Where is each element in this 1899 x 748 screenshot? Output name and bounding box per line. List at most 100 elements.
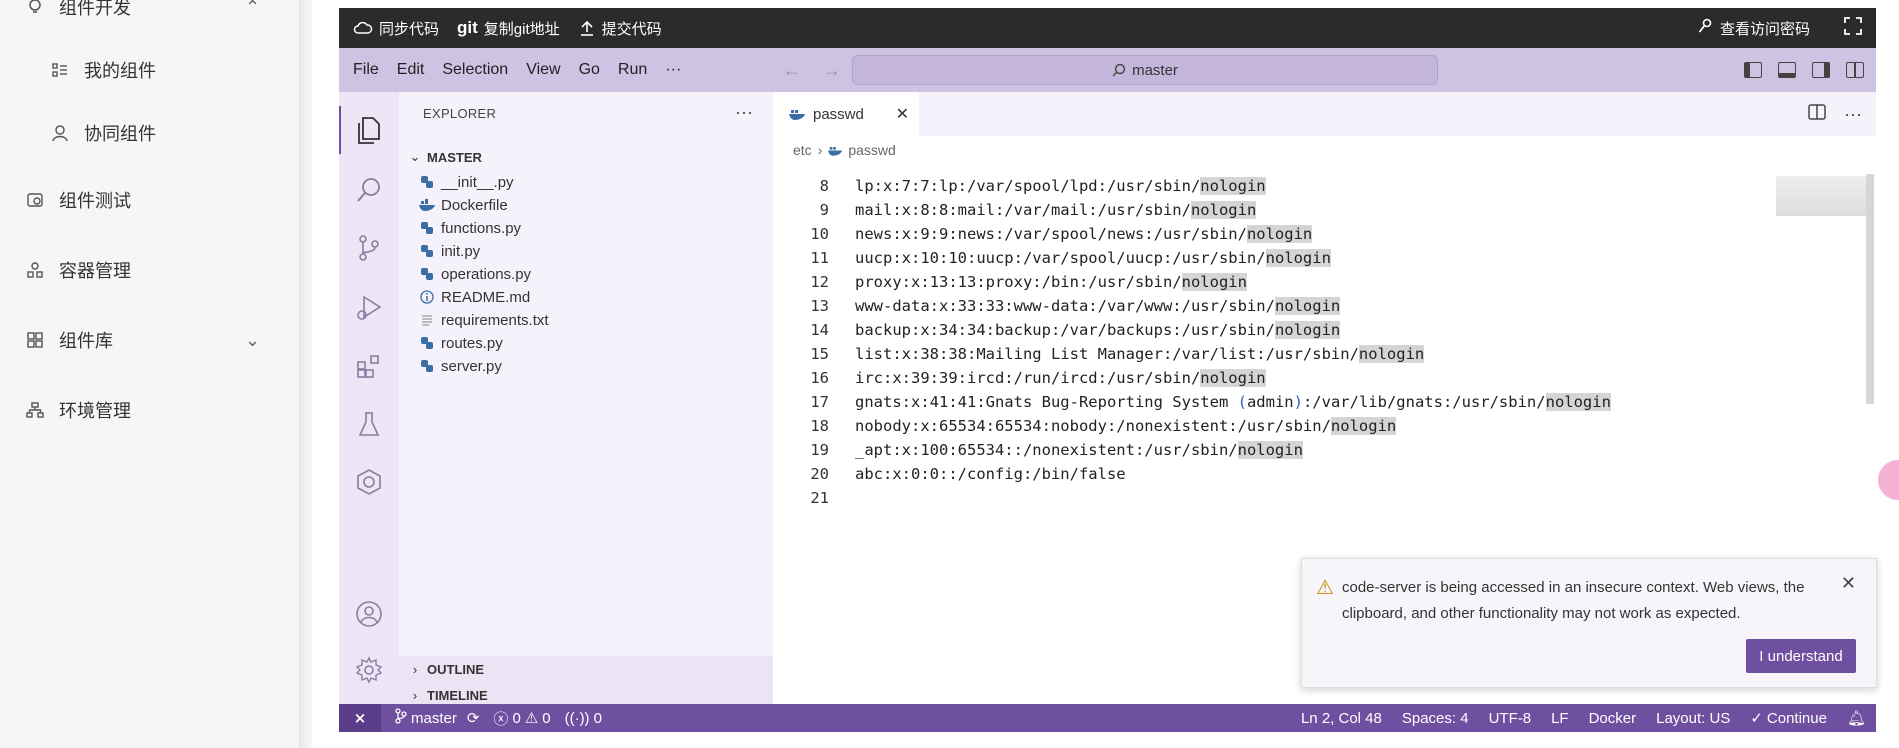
minimap[interactable]	[1776, 176, 1872, 216]
nav-item-label: 协同组件	[84, 124, 156, 144]
nav-item-label: 组件测试	[59, 191, 131, 211]
back-arrow-icon[interactable]: ←	[783, 60, 801, 81]
line-number: 20	[810, 465, 829, 483]
more-actions-icon[interactable]: ···	[735, 102, 753, 123]
branch-indicator[interactable]: master ⟳	[395, 708, 479, 728]
remote-indicator[interactable]: ⨯	[339, 704, 381, 732]
sync-icon[interactable]: ⟳	[467, 709, 480, 727]
language-mode[interactable]: Docker	[1589, 710, 1637, 727]
file-operations-py[interactable]: operations.py	[419, 262, 531, 286]
split-editor-icon[interactable]	[1808, 103, 1826, 125]
search-icon[interactable]	[351, 172, 387, 208]
toggle-panel-icon[interactable]	[1778, 62, 1796, 78]
menu-file[interactable]: File	[353, 61, 379, 79]
error-icon: ⓧ	[493, 710, 509, 728]
file-name: requirements.txt	[441, 311, 549, 329]
sidebar-divider	[300, 0, 312, 748]
menu-view[interactable]: View	[526, 61, 560, 79]
copy-git-label: 复制git地址	[483, 20, 560, 38]
i-understand-button[interactable]: I understand	[1746, 639, 1856, 673]
highlighted-match: nologin	[1265, 249, 1331, 267]
file-routes-py[interactable]: routes.py	[419, 331, 503, 355]
outline-section-header[interactable]: › OUTLINE	[399, 656, 773, 682]
python-icon	[419, 244, 435, 258]
run-debug-icon[interactable]	[351, 290, 387, 326]
highlighted-match: nologin	[1358, 345, 1425, 363]
line-number: 17	[810, 393, 829, 411]
vertical-scrollbar[interactable]	[1866, 174, 1874, 404]
file-readme-md[interactable]: README.md	[419, 285, 530, 309]
close-icon[interactable]: ✕	[896, 104, 909, 124]
copy-git-button[interactable]: git 复制git地址	[457, 18, 560, 39]
customize-layout-icon[interactable]	[1846, 62, 1864, 78]
active-indicator	[339, 106, 341, 154]
highlighted-match: nologin	[1181, 273, 1247, 291]
nav-item-component-test[interactable]: 组件测试	[25, 187, 131, 213]
account-icon[interactable]	[351, 596, 387, 632]
menu-edit[interactable]: Edit	[397, 61, 425, 79]
extensions-icon[interactable]	[351, 348, 387, 384]
menu-go[interactable]: Go	[579, 61, 600, 79]
sync-code-button[interactable]: 同步代码	[353, 18, 439, 39]
line-number: 15	[810, 345, 829, 363]
floating-helper-button[interactable]	[1878, 460, 1899, 500]
problems-indicator[interactable]: ⓧ 0 ⚠ 0	[493, 708, 550, 729]
close-icon[interactable]: ✕	[1841, 573, 1856, 594]
notification-toast: ⚠ code-server is being accessed in an in…	[1301, 558, 1877, 688]
source-control-icon[interactable]	[351, 230, 387, 266]
file-requirements-txt[interactable]: requirements.txt	[419, 308, 549, 332]
line-number: 13	[810, 297, 829, 315]
menu-more[interactable]: ···	[665, 61, 681, 79]
cursor-position[interactable]: Ln 2, Col 48	[1301, 710, 1382, 727]
tab-passwd[interactable]: passwd ✕	[773, 92, 919, 136]
nav-item-container-mgmt[interactable]: 容器管理	[25, 257, 131, 283]
nav-item-component-dev[interactable]: 组件开发 ⌃	[25, 0, 260, 20]
testing-flask-icon[interactable]	[351, 406, 387, 442]
breadcrumb-folder[interactable]: etc	[793, 142, 812, 158]
view-password-button[interactable]: 查看访问密码	[1698, 18, 1810, 39]
toggle-primary-sidebar-icon[interactable]	[1744, 62, 1762, 78]
indentation[interactable]: Spaces: 4	[1402, 710, 1469, 727]
file-init-py[interactable]: __init__.py	[419, 170, 514, 194]
command-center-label: master	[1132, 61, 1178, 79]
file-init2-py[interactable]: init.py	[419, 239, 480, 263]
fullscreen-icon[interactable]	[1844, 17, 1862, 39]
grid-icon	[25, 330, 45, 350]
encoding[interactable]: UTF-8	[1489, 710, 1532, 727]
file-functions-py[interactable]: functions.py	[419, 216, 521, 240]
forward-arrow-icon[interactable]: →	[823, 60, 841, 81]
file-dockerfile[interactable]: Dockerfile	[419, 193, 508, 217]
submit-code-button[interactable]: 提交代码	[578, 18, 662, 39]
ports-indicator[interactable]: ((·)) 0	[565, 710, 602, 727]
toggle-secondary-sidebar-icon[interactable]	[1812, 62, 1830, 78]
file-name: server.py	[441, 357, 502, 375]
explorer-title: EXPLORER	[423, 106, 497, 121]
explorer-icon[interactable]	[351, 112, 387, 148]
menu-selection[interactable]: Selection	[442, 61, 508, 79]
nav-item-collab-components[interactable]: 协同组件	[50, 120, 156, 146]
menu-run[interactable]: Run	[618, 61, 647, 79]
keyboard-layout[interactable]: Layout: US	[1656, 710, 1730, 727]
line-text: abc:x:0:0::/config:/bin/false	[855, 465, 1126, 483]
remote-hex-icon[interactable]	[351, 464, 387, 500]
tab-label: passwd	[813, 105, 864, 123]
top-toolbar: 同步代码 git 复制git地址 提交代码 查看访问密码	[339, 8, 1876, 48]
settings-gear-icon[interactable]	[351, 652, 387, 688]
nav-item-component-library[interactable]: 组件库 ⌄	[25, 327, 260, 353]
breadcrumb-file[interactable]: passwd	[848, 142, 895, 158]
folder-header-master[interactable]: ⌄ MASTER	[399, 144, 773, 170]
notifications-bell-icon[interactable]: 🔔︎	[1847, 709, 1866, 727]
file-server-py[interactable]: server.py	[419, 354, 502, 378]
nav-item-label: 组件库	[59, 331, 113, 351]
folder-label: MASTER	[427, 149, 482, 165]
continue-button[interactable]: ✓ Continue	[1750, 709, 1827, 728]
more-actions-icon[interactable]: ···	[1844, 104, 1862, 125]
nav-item-my-components[interactable]: 我的组件	[50, 57, 156, 83]
line-ending[interactable]: LF	[1551, 710, 1569, 727]
code-editor[interactable]: 8 lp:x:7:7:lp:/var/spool/lpd:/usr/sbin/no…	[773, 174, 1876, 507]
view-password-label: 查看访问密码	[1719, 20, 1810, 38]
check-icon: ✓	[1750, 710, 1763, 727]
nav-item-env-mgmt[interactable]: 环境管理	[25, 397, 131, 423]
command-center[interactable]: master	[852, 55, 1438, 85]
python-icon	[419, 359, 435, 373]
